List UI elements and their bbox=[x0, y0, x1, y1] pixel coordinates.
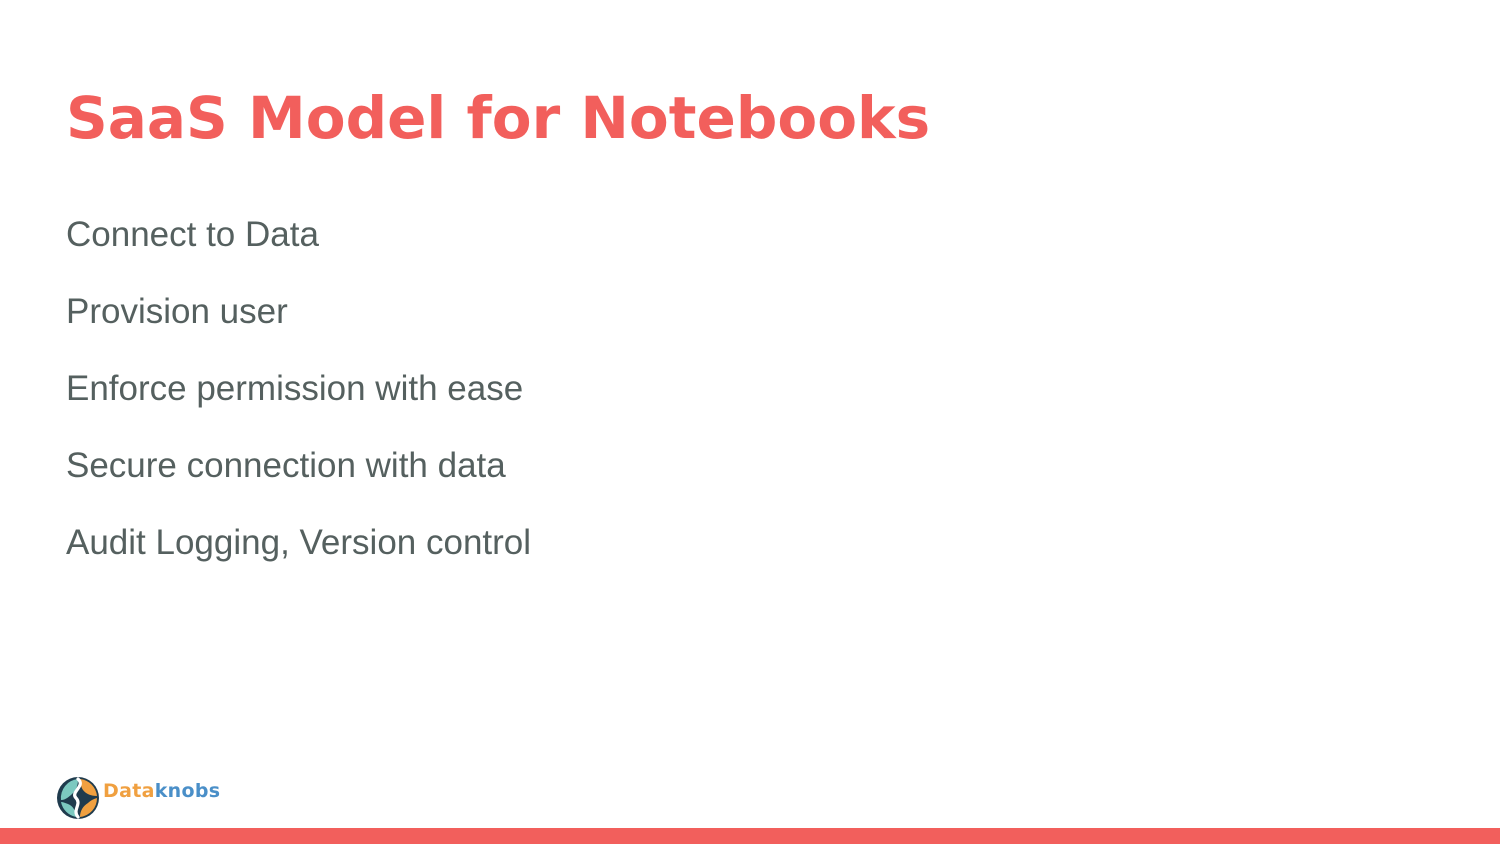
bullet-item: Enforce permission with ease bbox=[66, 369, 524, 408]
bullet-item: Provision user bbox=[66, 292, 288, 331]
slide: SaaS Model for Notebooks Connect to Data… bbox=[0, 0, 1500, 844]
logo-wordmark: Dataknobs bbox=[103, 780, 220, 802]
bullet-item: Audit Logging, Version control bbox=[66, 523, 532, 562]
logo-text-knobs: knobs bbox=[154, 780, 221, 802]
slide-title: SaaS Model for Notebooks bbox=[66, 84, 931, 152]
bottom-accent-bar bbox=[0, 828, 1500, 844]
bullet-list: Connect to Data Provision user Enforce p… bbox=[66, 211, 531, 596]
company-logo: Dataknobs bbox=[56, 776, 220, 820]
bullet-item: Secure connection with data bbox=[66, 446, 506, 485]
dataknobs-logo-icon bbox=[57, 777, 99, 819]
logo-text-data: Data bbox=[103, 780, 155, 802]
bullet-item: Connect to Data bbox=[66, 215, 319, 254]
